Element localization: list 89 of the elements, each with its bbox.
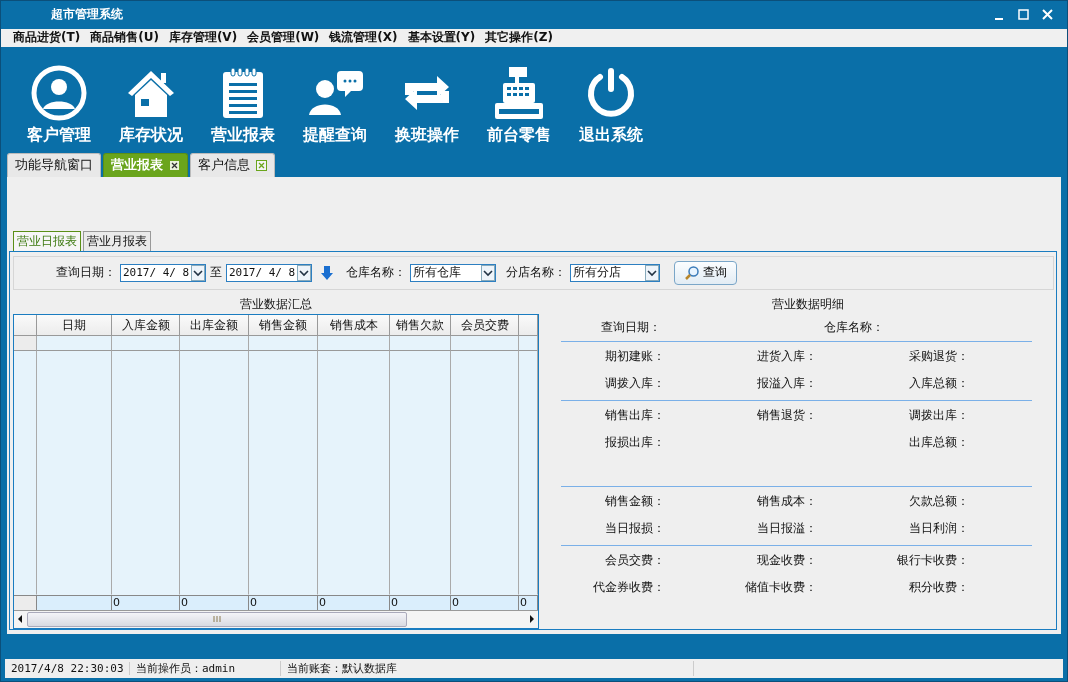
detail-label: 银行卡收费： — [896, 551, 969, 569]
user-icon — [29, 64, 89, 121]
status-text: 2017/4/8 22:30:03 — [5, 661, 130, 675]
tab[interactable]: 功能导航窗口 — [7, 152, 101, 177]
menu-item[interactable]: 其它操作(Z) — [481, 29, 557, 47]
warehouse-select[interactable]: 所有仓库 — [410, 263, 496, 282]
total-cell: 0 — [519, 594, 538, 610]
detail-label: 储值卡收费： — [744, 578, 817, 596]
status-text: 当前账套：默认数据库 — [281, 660, 694, 676]
table-cell — [451, 335, 519, 351]
scroll-left-icon[interactable] — [16, 614, 24, 625]
menu-item[interactable]: 商品销售(U) — [86, 29, 163, 47]
detail-label: 查询日期： — [600, 318, 661, 336]
column-header[interactable]: 日期 — [37, 314, 112, 336]
column-header[interactable]: 销售金额 — [249, 314, 318, 336]
toolbar-button[interactable]: 库存状况 — [105, 46, 197, 146]
search-button[interactable]: 查询 — [674, 260, 737, 285]
table-cell — [112, 335, 180, 351]
column-header — [14, 314, 37, 336]
warehouse-label: 仓库名称： — [346, 264, 406, 282]
total-cell: 0 — [249, 594, 318, 610]
detail-label: 销售出库： — [604, 406, 665, 424]
grip-icon — [213, 616, 221, 623]
table-cell — [519, 335, 538, 351]
column-header — [519, 314, 538, 336]
close-icon[interactable] — [169, 159, 180, 171]
detail-label: 调拨入库： — [604, 374, 665, 392]
branch-label: 分店名称： — [506, 264, 566, 282]
window-title: 超市管理系统 — [51, 6, 124, 24]
detail-label: 销售退货： — [756, 406, 817, 424]
report-tab[interactable]: 营业日报表 — [13, 230, 81, 251]
detail-label: 会员交费： — [604, 551, 665, 569]
total-cell: 0 — [390, 594, 451, 610]
down-arrow-icon[interactable] — [320, 264, 334, 281]
toolbar-button[interactable]: 换班操作 — [381, 46, 473, 146]
detail-label: 现金收费： — [756, 551, 817, 569]
detail-label: 期初建账： — [604, 347, 665, 365]
column-header[interactable]: 会员交费 — [451, 314, 519, 336]
detail-label: 调拨出库： — [908, 406, 969, 424]
toolbar-button[interactable]: 提醒查询 — [289, 46, 381, 146]
detail-label: 进货入库： — [756, 347, 817, 365]
toolbar-button[interactable]: 退出系统 — [565, 46, 657, 146]
detail-label: 当日报溢： — [756, 519, 817, 537]
menu-item[interactable]: 商品进货(T) — [9, 29, 85, 47]
column-header[interactable]: 销售成本 — [318, 314, 390, 336]
detail-label: 采购退货： — [908, 347, 969, 365]
detail-label: 出库总额： — [908, 433, 969, 451]
date-label: 查询日期： — [56, 264, 116, 282]
table-cell — [390, 335, 451, 351]
search-icon — [684, 264, 700, 281]
toolbar-button[interactable]: 前台零售 — [473, 46, 565, 146]
column-header[interactable]: 销售欠款 — [390, 314, 451, 336]
detail-label: 销售成本： — [756, 492, 817, 510]
detail-label: 仓库名称： — [823, 318, 884, 336]
detail-label: 报损出库： — [604, 433, 665, 451]
summary-title: 营业数据汇总 — [239, 295, 313, 313]
scroll-right-icon[interactable] — [528, 614, 536, 625]
date-to-field[interactable]: 2017/ 4/ 8 — [226, 263, 312, 282]
to-label: 至 — [210, 264, 222, 282]
total-cell: 0 — [180, 594, 249, 610]
status-text: 当前操作员：admin — [130, 660, 281, 676]
details-title: 营业数据明细 — [770, 295, 845, 313]
detail-label: 报溢入库： — [756, 374, 817, 392]
detail-label: 欠款总额： — [908, 492, 969, 510]
report-tab[interactable]: 营业月报表 — [83, 230, 151, 251]
table-cell — [249, 335, 318, 351]
toolbar-button[interactable]: 客户管理 — [13, 46, 105, 146]
toolbar-button[interactable]: 营业报表 — [197, 46, 289, 146]
menu-item[interactable]: 会员管理(W) — [243, 29, 324, 47]
detail-label: 销售金额： — [604, 492, 665, 510]
total-cell: 0 — [112, 594, 180, 610]
total-cell: 0 — [451, 594, 519, 610]
column-header[interactable]: 出库金额 — [180, 314, 249, 336]
branch-select[interactable]: 所有分店 — [570, 263, 660, 282]
scroll-thumb[interactable] — [27, 611, 407, 627]
menu-item[interactable]: 基本设置(Y) — [403, 29, 480, 47]
total-cell: 0 — [318, 594, 390, 610]
date-from-field[interactable]: 2017/ 4/ 8 — [120, 263, 206, 282]
detail-label: 当日报损： — [604, 519, 665, 537]
menu-item[interactable]: 钱流管理(X) — [325, 29, 402, 47]
detail-label: 积分收费： — [908, 578, 969, 596]
detail-label: 代金券收费： — [592, 578, 665, 596]
menu-item[interactable]: 库存管理(V) — [164, 29, 242, 47]
tab[interactable]: 客户信息 — [190, 152, 275, 177]
table-cell — [180, 335, 249, 351]
column-header[interactable]: 入库金额 — [112, 314, 180, 336]
table-cell — [318, 335, 390, 351]
detail-label: 当日利润： — [908, 519, 969, 537]
detail-label: 入库总额： — [908, 374, 969, 392]
